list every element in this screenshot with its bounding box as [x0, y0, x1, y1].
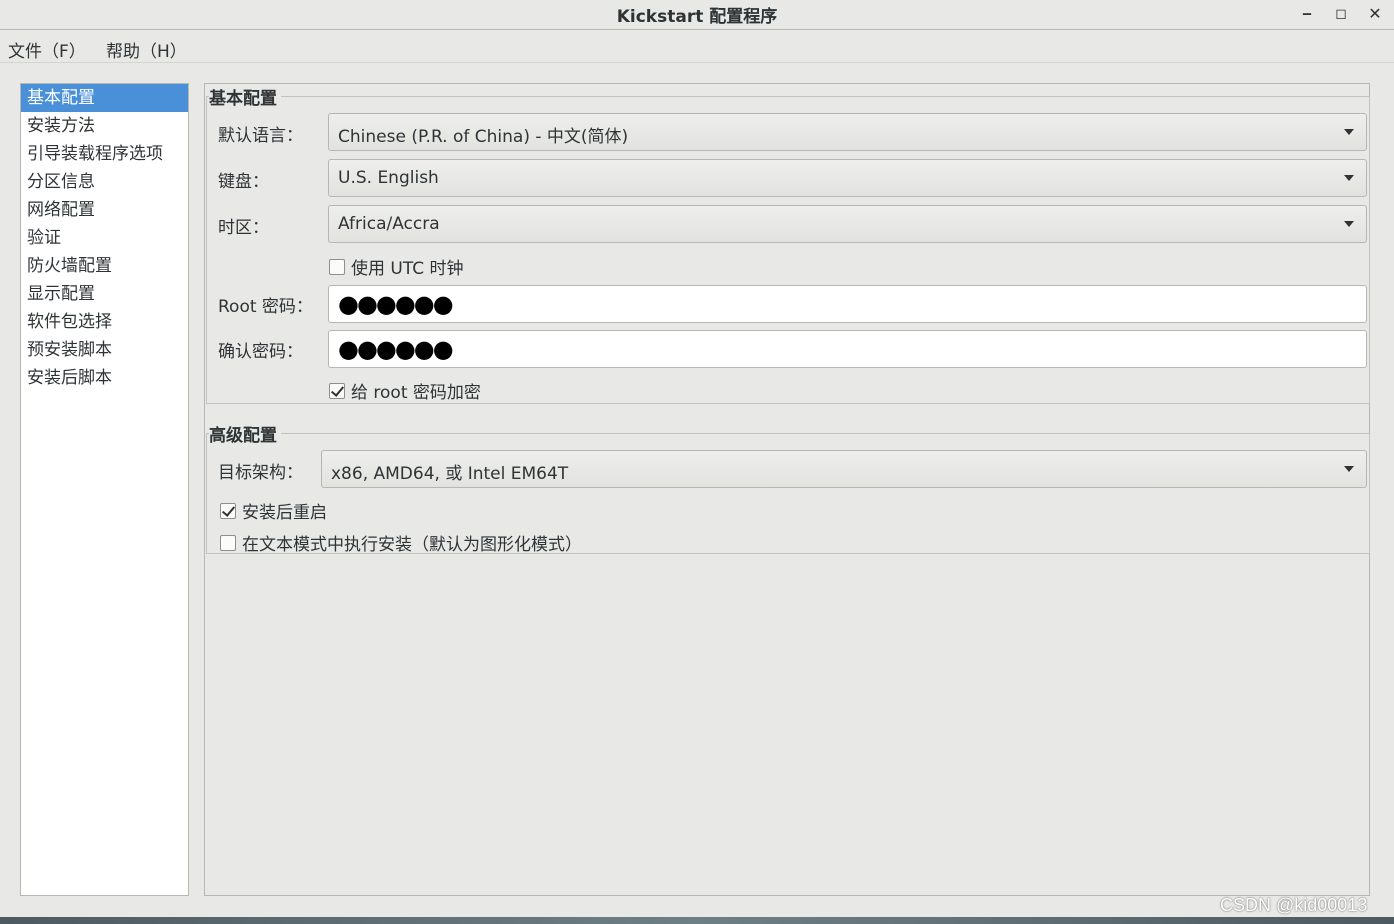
sidebar-item-network[interactable]: 网络配置 [21, 196, 188, 224]
main-panel: 基本配置 默认语言： Chinese (P.R. of China) - 中文(… [204, 83, 1370, 896]
checkbox-checked-icon [220, 502, 236, 519]
root-password-field[interactable]: ●●●●●● [328, 285, 1367, 323]
timezone-label: 时区： [218, 218, 269, 238]
textmode-checkbox[interactable]: 在文本模式中执行安装（默认为图形化模式） [220, 530, 582, 555]
sidebar-item-bootloader[interactable]: 引导装载程序选项 [21, 140, 188, 168]
textmode-label: 在文本模式中执行安装（默认为图形化模式） [242, 535, 582, 555]
desktop-strip [0, 917, 1394, 924]
timezone-combo[interactable]: Africa/Accra [328, 205, 1367, 243]
sidebar-list: 基本配置 安装方法 引导装载程序选项 分区信息 网络配置 验证 防火墙配置 显示… [20, 83, 189, 896]
reboot-checkbox[interactable]: 安装后重启 [220, 498, 327, 523]
checkbox-checked-icon [329, 382, 345, 399]
maximize-icon[interactable]: ◻ [1330, 3, 1352, 25]
encrypt-root-checkbox[interactable]: 给 root 密码加密 [329, 378, 481, 403]
reboot-label: 安装后重启 [242, 503, 327, 523]
arch-combo[interactable]: x86, AMD64, 或 Intel EM64T [321, 450, 1367, 488]
sidebar-item-auth[interactable]: 验证 [21, 224, 188, 252]
language-combo[interactable]: Chinese (P.R. of China) - 中文(简体) [328, 113, 1367, 151]
basic-config-title: 基本配置 [209, 84, 281, 109]
close-icon[interactable]: ✕ [1364, 3, 1386, 25]
menu-file[interactable]: 文件（F） [8, 37, 86, 62]
root-password-label: Root 密码： [218, 297, 313, 317]
menu-help[interactable]: 帮助（H） [106, 37, 187, 62]
sidebar-item-install-method[interactable]: 安装方法 [21, 112, 188, 140]
watermark: CSDN @kid00013 [1220, 895, 1368, 915]
sidebar-item-packages[interactable]: 软件包选择 [21, 308, 188, 336]
sidebar-item-display[interactable]: 显示配置 [21, 280, 188, 308]
utc-checkbox[interactable]: 使用 UTC 时钟 [329, 254, 464, 279]
title-bar: Kickstart 配置程序 ‒ ◻ ✕ [0, 0, 1394, 30]
menu-bar: 文件（F） 帮助（H） [0, 31, 1394, 63]
root-password-mask: ●●●●●● [338, 290, 454, 318]
checkbox-icon [329, 258, 345, 275]
arch-label: 目标架构： [218, 463, 303, 483]
keyboard-value: U.S. English [338, 168, 439, 188]
timezone-value: Africa/Accra [338, 214, 440, 234]
confirm-password-field[interactable]: ●●●●●● [328, 330, 1367, 368]
keyboard-combo[interactable]: U.S. English [328, 159, 1367, 197]
sidebar-item-pre-script[interactable]: 预安装脚本 [21, 336, 188, 364]
chevron-down-icon [1344, 221, 1354, 227]
chevron-down-icon [1344, 175, 1354, 181]
language-value: Chinese (P.R. of China) - 中文(简体) [338, 127, 629, 147]
keyboard-label: 键盘： [218, 172, 269, 192]
chevron-down-icon [1344, 466, 1354, 472]
chevron-down-icon [1344, 129, 1354, 135]
sidebar-item-post-script[interactable]: 安装后脚本 [21, 364, 188, 392]
language-label: 默认语言： [218, 126, 303, 146]
confirm-password-mask: ●●●●●● [338, 335, 454, 363]
confirm-password-label: 确认密码： [218, 342, 303, 362]
sidebar-item-partition[interactable]: 分区信息 [21, 168, 188, 196]
arch-value: x86, AMD64, 或 Intel EM64T [331, 464, 569, 484]
utc-label: 使用 UTC 时钟 [351, 259, 464, 279]
sidebar-item-basic-config[interactable]: 基本配置 [21, 84, 188, 112]
encrypt-root-label: 给 root 密码加密 [351, 383, 481, 403]
minimize-icon[interactable]: ‒ [1296, 3, 1318, 25]
advanced-config-title: 高级配置 [209, 421, 281, 446]
checkbox-icon [220, 534, 236, 551]
sidebar-item-firewall[interactable]: 防火墙配置 [21, 252, 188, 280]
window-title: Kickstart 配置程序 [616, 7, 778, 27]
